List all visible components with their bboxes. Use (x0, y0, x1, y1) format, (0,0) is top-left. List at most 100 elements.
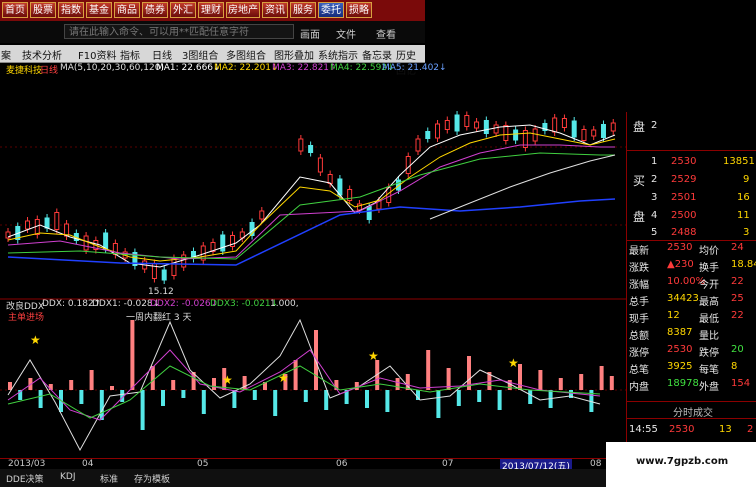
ddx-bar (150, 366, 155, 390)
tool-indicator[interactable]: 指标 (120, 47, 140, 62)
ddx-bar (395, 378, 400, 390)
tool-overlay[interactable]: 图形叠加 (274, 47, 314, 62)
candle-body (298, 138, 304, 152)
kline-chart[interactable]: 15.12 (0, 75, 628, 300)
nav-funds[interactable]: 基金 (86, 2, 112, 18)
stat-value: 8387 (667, 327, 693, 338)
stat-value: 20 (731, 344, 744, 355)
buy-level: 1 (651, 156, 658, 167)
ddx-bar (528, 390, 533, 404)
star-markers: ★ ★ ★ ★ ★ (30, 333, 519, 387)
tool-daily[interactable]: 日线 (152, 47, 172, 62)
nav-home[interactable]: 首页 (2, 2, 28, 18)
ddx-bar (497, 390, 502, 410)
candle-body (591, 129, 597, 137)
candle-body (571, 120, 577, 138)
tool-memo[interactable]: 备忘录 (362, 47, 392, 62)
stat-label: 总笔 (629, 365, 649, 376)
function-toolbar: 案 技术分析 F10资料 指标 日线 3图组合 多图组合 图形叠加 系统指示 备… (0, 45, 425, 77)
tool-multi-chart[interactable]: 多图组合 (226, 47, 266, 62)
ddx-bar (171, 380, 176, 390)
tool-technical-analysis[interactable]: 技术分析 (22, 47, 62, 62)
candle-body (610, 122, 616, 132)
stat-value: 2530 (667, 344, 693, 355)
tab-save-template[interactable]: 存为模板 (134, 472, 170, 485)
ddx-bar (38, 390, 43, 408)
command-bar: 请在此输入命令、可以用**匹配任意字符 画面 文件 查看 (0, 21, 425, 43)
candle-body (444, 120, 450, 130)
ddx-bar (273, 390, 278, 416)
nav-index[interactable]: 指数 (58, 2, 84, 18)
nav-bonds[interactable]: 债券 (142, 2, 168, 18)
candle-body (54, 212, 60, 230)
ddx-bar (79, 390, 84, 404)
ddx-bar (161, 390, 165, 406)
ddx-bar (181, 390, 186, 398)
ddx-bar (579, 374, 584, 390)
ma3-value: MA3: 22.821↑ (272, 63, 337, 73)
bottom-tabs: DDE决策 KDJ 标准 存为模板 (0, 469, 606, 487)
candle-body (171, 258, 177, 276)
stat-label: 最高 (699, 297, 719, 308)
tick-header[interactable]: 分时成交 (673, 404, 713, 419)
star-icon: ★ (30, 333, 41, 347)
stat-value: 22 (731, 276, 744, 287)
tool-case[interactable]: 案 (1, 47, 11, 62)
candle-body (317, 157, 323, 173)
ddx-bar (609, 376, 614, 390)
watermark-area: www.7gpzb.com (606, 442, 756, 487)
stat-value: 18978 (667, 378, 699, 389)
star-icon: ★ (368, 349, 379, 363)
divider (627, 418, 756, 419)
menu-check[interactable]: 查看 (376, 26, 396, 41)
ma2-value: MA2: 22.201↓ (214, 63, 279, 73)
candle-body (552, 117, 558, 133)
stat-label: 量比 (699, 331, 719, 342)
menu-view[interactable]: 画面 (300, 26, 320, 41)
nav-news[interactable]: 资讯 (262, 2, 288, 18)
candle-body (405, 156, 411, 174)
command-input[interactable]: 请在此输入命令、可以用**匹配任意字符 (64, 24, 294, 39)
candle-body (435, 123, 441, 139)
tool-3-chart[interactable]: 3图组合 (182, 47, 218, 62)
candle-body (25, 220, 31, 230)
ddx-bar (477, 390, 482, 402)
ddx-bar (130, 320, 135, 390)
stat-value: 22 (731, 310, 744, 321)
tab-kdj[interactable]: KDJ (60, 472, 76, 482)
nav-forex[interactable]: 外汇 (170, 2, 196, 18)
stat-value: 12 (667, 310, 680, 321)
nav-trade[interactable]: 委托 (318, 2, 344, 18)
ma5-line (7, 198, 616, 266)
tool-system-signal[interactable]: 系统指示 (318, 47, 358, 62)
buy-price: 2529 (671, 174, 697, 185)
ma5-value: MA5: 21.402↓ (382, 63, 447, 73)
watermark-text: www.7gpzb.com (636, 456, 729, 467)
ddx-indicator-chart[interactable]: ★ ★ ★ ★ ★ (0, 300, 628, 458)
ddx-bar (99, 390, 104, 420)
buy-price: 2500 (671, 210, 697, 221)
nav-wealth[interactable]: 理财 (198, 2, 224, 18)
nav-service[interactable]: 服务 (290, 2, 316, 18)
stat-label: 今开 (699, 280, 719, 291)
buy-side-label-2: 盘 (633, 210, 646, 224)
stat-label: 最低 (699, 314, 719, 325)
menu-file[interactable]: 文件 (336, 26, 356, 41)
tab-dde[interactable]: DDE决策 (6, 472, 44, 485)
stat-value: 24 (731, 242, 744, 253)
ddx-bar (354, 382, 359, 390)
nav-stocks[interactable]: 股票 (30, 2, 56, 18)
nav-real-estate[interactable]: 房地产 (226, 2, 260, 18)
nav-strategy[interactable]: 损略 (346, 2, 372, 18)
candle-body (308, 145, 314, 153)
tab-standard[interactable]: 标准 (100, 472, 118, 485)
candlesticks (5, 111, 616, 284)
star-icon: ★ (222, 373, 233, 387)
sell-side-label: 盘 (633, 120, 646, 134)
tick-price: 2530 (669, 424, 695, 435)
nav-commodities[interactable]: 商品 (114, 2, 140, 18)
quote-panel: 盘 2 1 2530 13851 买 2 2529 9 3 2501 16 盘 … (626, 112, 756, 442)
ddx1-line (7, 318, 601, 452)
ddx-bar (140, 390, 145, 430)
tool-f10[interactable]: F10资料 (78, 47, 116, 62)
